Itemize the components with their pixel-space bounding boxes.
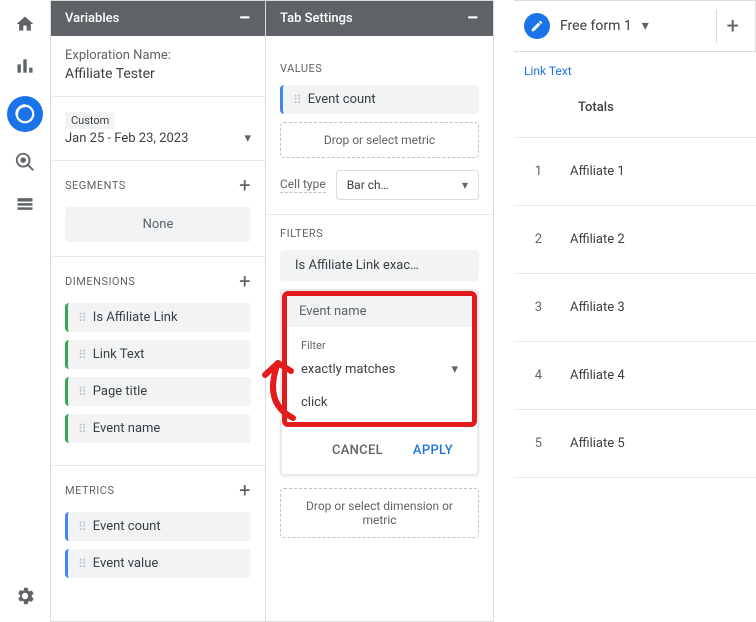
filter-body-label: Filter xyxy=(301,339,458,352)
segments-title: SEGMENTS xyxy=(65,179,126,192)
table-row[interactable]: 5 Affiliate 5 xyxy=(514,410,756,478)
add-dimension-icon[interactable]: + xyxy=(239,269,251,293)
totals-row: Totals xyxy=(514,86,756,138)
row-label: Affiliate 2 xyxy=(570,232,625,247)
cancel-button[interactable]: CANCEL xyxy=(320,437,395,464)
dimensions-title: DIMENSIONS xyxy=(65,275,135,288)
variables-title: Variables xyxy=(65,11,119,26)
chevron-down-icon: ▾ xyxy=(244,131,251,146)
filter-editor: Event name Filter exactly matches ▾ clic… xyxy=(280,289,479,476)
row-label: Affiliate 4 xyxy=(570,368,625,383)
tab-label: Free form 1 xyxy=(560,18,632,34)
filters-drop-area[interactable]: Drop or select dimension or metric xyxy=(280,488,479,538)
dimension-label: Is Affiliate Link xyxy=(93,310,178,325)
drag-handle-icon: ⠿ xyxy=(78,557,85,571)
collapse-icon[interactable]: − xyxy=(467,14,479,24)
cell-type-value: Bar ch… xyxy=(347,178,389,192)
value-chip[interactable]: ⠿ Event count xyxy=(280,85,479,114)
metric-label: Event value xyxy=(93,556,158,571)
filter-chip[interactable]: Is Affiliate Link exac… xyxy=(280,250,479,281)
add-tab-icon[interactable]: + xyxy=(716,10,749,43)
tab-settings-panel: Tab Settings − VALUES ⠿ Event count Drop … xyxy=(266,0,494,622)
admin-gear-icon[interactable] xyxy=(13,584,37,608)
tab-free-form[interactable]: Free form 1 ▾ xyxy=(514,7,659,45)
values-title: VALUES xyxy=(280,62,322,75)
metrics-title: METRICS xyxy=(65,484,115,497)
preview-panel: Free form 1 ▾ + Link Text Totals 1 Affili… xyxy=(494,0,756,622)
add-metric-icon[interactable]: + xyxy=(239,478,251,502)
tab-settings-header: Tab Settings − xyxy=(266,1,493,36)
variables-header: Variables − xyxy=(51,1,265,36)
cell-type-select[interactable]: Bar ch… ▾ xyxy=(336,170,479,200)
row-number: 2 xyxy=(524,232,542,247)
filter-chip-label: Is Affiliate Link exac… xyxy=(295,258,419,273)
table-row[interactable]: 1 Affiliate 1 xyxy=(514,138,756,206)
nav-rail xyxy=(0,0,50,622)
drag-handle-icon: ⠿ xyxy=(78,348,85,362)
values-drop-area[interactable]: Drop or select metric xyxy=(280,122,479,158)
table-row[interactable]: 3 Affiliate 3 xyxy=(514,274,756,342)
filters-section: FILTERS Is Affiliate Link exac… Event na… xyxy=(266,215,493,552)
exploration-name[interactable]: Affiliate Tester xyxy=(65,66,251,82)
filter-value-input[interactable]: click xyxy=(301,395,458,410)
pencil-icon xyxy=(524,13,550,39)
explore-icon[interactable] xyxy=(7,96,43,132)
chevron-down-icon: ▾ xyxy=(451,362,458,377)
metric-chip[interactable]: ⠿ Event count xyxy=(65,512,251,541)
values-section: VALUES ⠿ Event count Drop or select metri… xyxy=(266,36,493,215)
table-row[interactable]: 2 Affiliate 2 xyxy=(514,206,756,274)
row-label: Affiliate 3 xyxy=(570,300,625,315)
home-icon[interactable] xyxy=(13,12,37,36)
row-label: Affiliate 1 xyxy=(570,164,625,179)
tab-bar: Free form 1 ▾ + xyxy=(514,0,756,52)
chevron-down-icon[interactable]: ▾ xyxy=(642,18,649,34)
cell-type-row: Cell type Bar ch… ▾ xyxy=(280,170,479,200)
filter-field-name[interactable]: Event name xyxy=(287,296,472,327)
exploration-label: Exploration Name: xyxy=(65,48,251,63)
dimension-label: Page title xyxy=(93,384,147,399)
row-label: Affiliate 5 xyxy=(570,436,625,451)
variables-panel: Variables − Exploration Name: Affiliate … xyxy=(50,0,266,622)
dimension-label: Event name xyxy=(93,421,161,436)
metric-chip[interactable]: ⠿ Event value xyxy=(65,549,251,578)
date-preset: Custom xyxy=(65,112,115,129)
segments-section: SEGMENTS + None xyxy=(51,161,265,257)
dimension-chip[interactable]: ⠿ Page title xyxy=(65,377,251,406)
metric-label: Event count xyxy=(93,519,161,534)
dimensions-section: DIMENSIONS + ⠿ Is Affiliate Link ⠿ Link Te… xyxy=(51,257,265,466)
row-number: 3 xyxy=(524,300,542,315)
dimension-chip[interactable]: ⠿ Event name xyxy=(65,414,251,443)
metrics-section: METRICS + ⠿ Event count ⠿ Event value xyxy=(51,466,265,600)
drag-handle-icon: ⠿ xyxy=(78,385,85,399)
row-number: 4 xyxy=(524,368,542,383)
tab-settings-title: Tab Settings xyxy=(280,11,353,26)
drag-handle-icon: ⠿ xyxy=(78,311,85,325)
date-range-section[interactable]: Custom Jan 25 - Feb 23, 2023 ▾ xyxy=(51,97,265,161)
dimension-chip[interactable]: ⠿ Link Text xyxy=(65,340,251,369)
filter-condition-select[interactable]: exactly matches ▾ xyxy=(301,362,458,377)
table-row[interactable]: 4 Affiliate 4 xyxy=(514,342,756,410)
collapse-icon[interactable]: − xyxy=(239,14,251,24)
filters-title: FILTERS xyxy=(280,227,323,240)
exploration-name-section: Exploration Name: Affiliate Tester xyxy=(51,36,265,97)
drag-handle-icon: ⠿ xyxy=(78,422,85,436)
row-number: 1 xyxy=(524,164,542,179)
drag-handle-icon: ⠿ xyxy=(78,520,85,534)
dimension-label: Link Text xyxy=(93,347,145,362)
add-segment-icon[interactable]: + xyxy=(239,173,251,197)
segments-none[interactable]: None xyxy=(65,207,251,242)
reports-icon[interactable] xyxy=(13,54,37,78)
chevron-down-icon: ▾ xyxy=(462,178,468,192)
dimension-chip[interactable]: ⠿ Is Affiliate Link xyxy=(65,303,251,332)
apply-button[interactable]: APPLY xyxy=(401,437,465,464)
configure-icon[interactable] xyxy=(13,192,37,216)
row-number: 5 xyxy=(524,436,542,451)
column-header[interactable]: Link Text xyxy=(514,52,756,86)
value-label: Event count xyxy=(308,92,376,107)
drag-handle-icon: ⠿ xyxy=(293,93,300,107)
filter-condition: exactly matches xyxy=(301,362,395,377)
cell-type-label: Cell type xyxy=(280,177,326,193)
date-range: Jan 25 - Feb 23, 2023 xyxy=(65,131,188,146)
advertising-icon[interactable] xyxy=(13,150,37,174)
